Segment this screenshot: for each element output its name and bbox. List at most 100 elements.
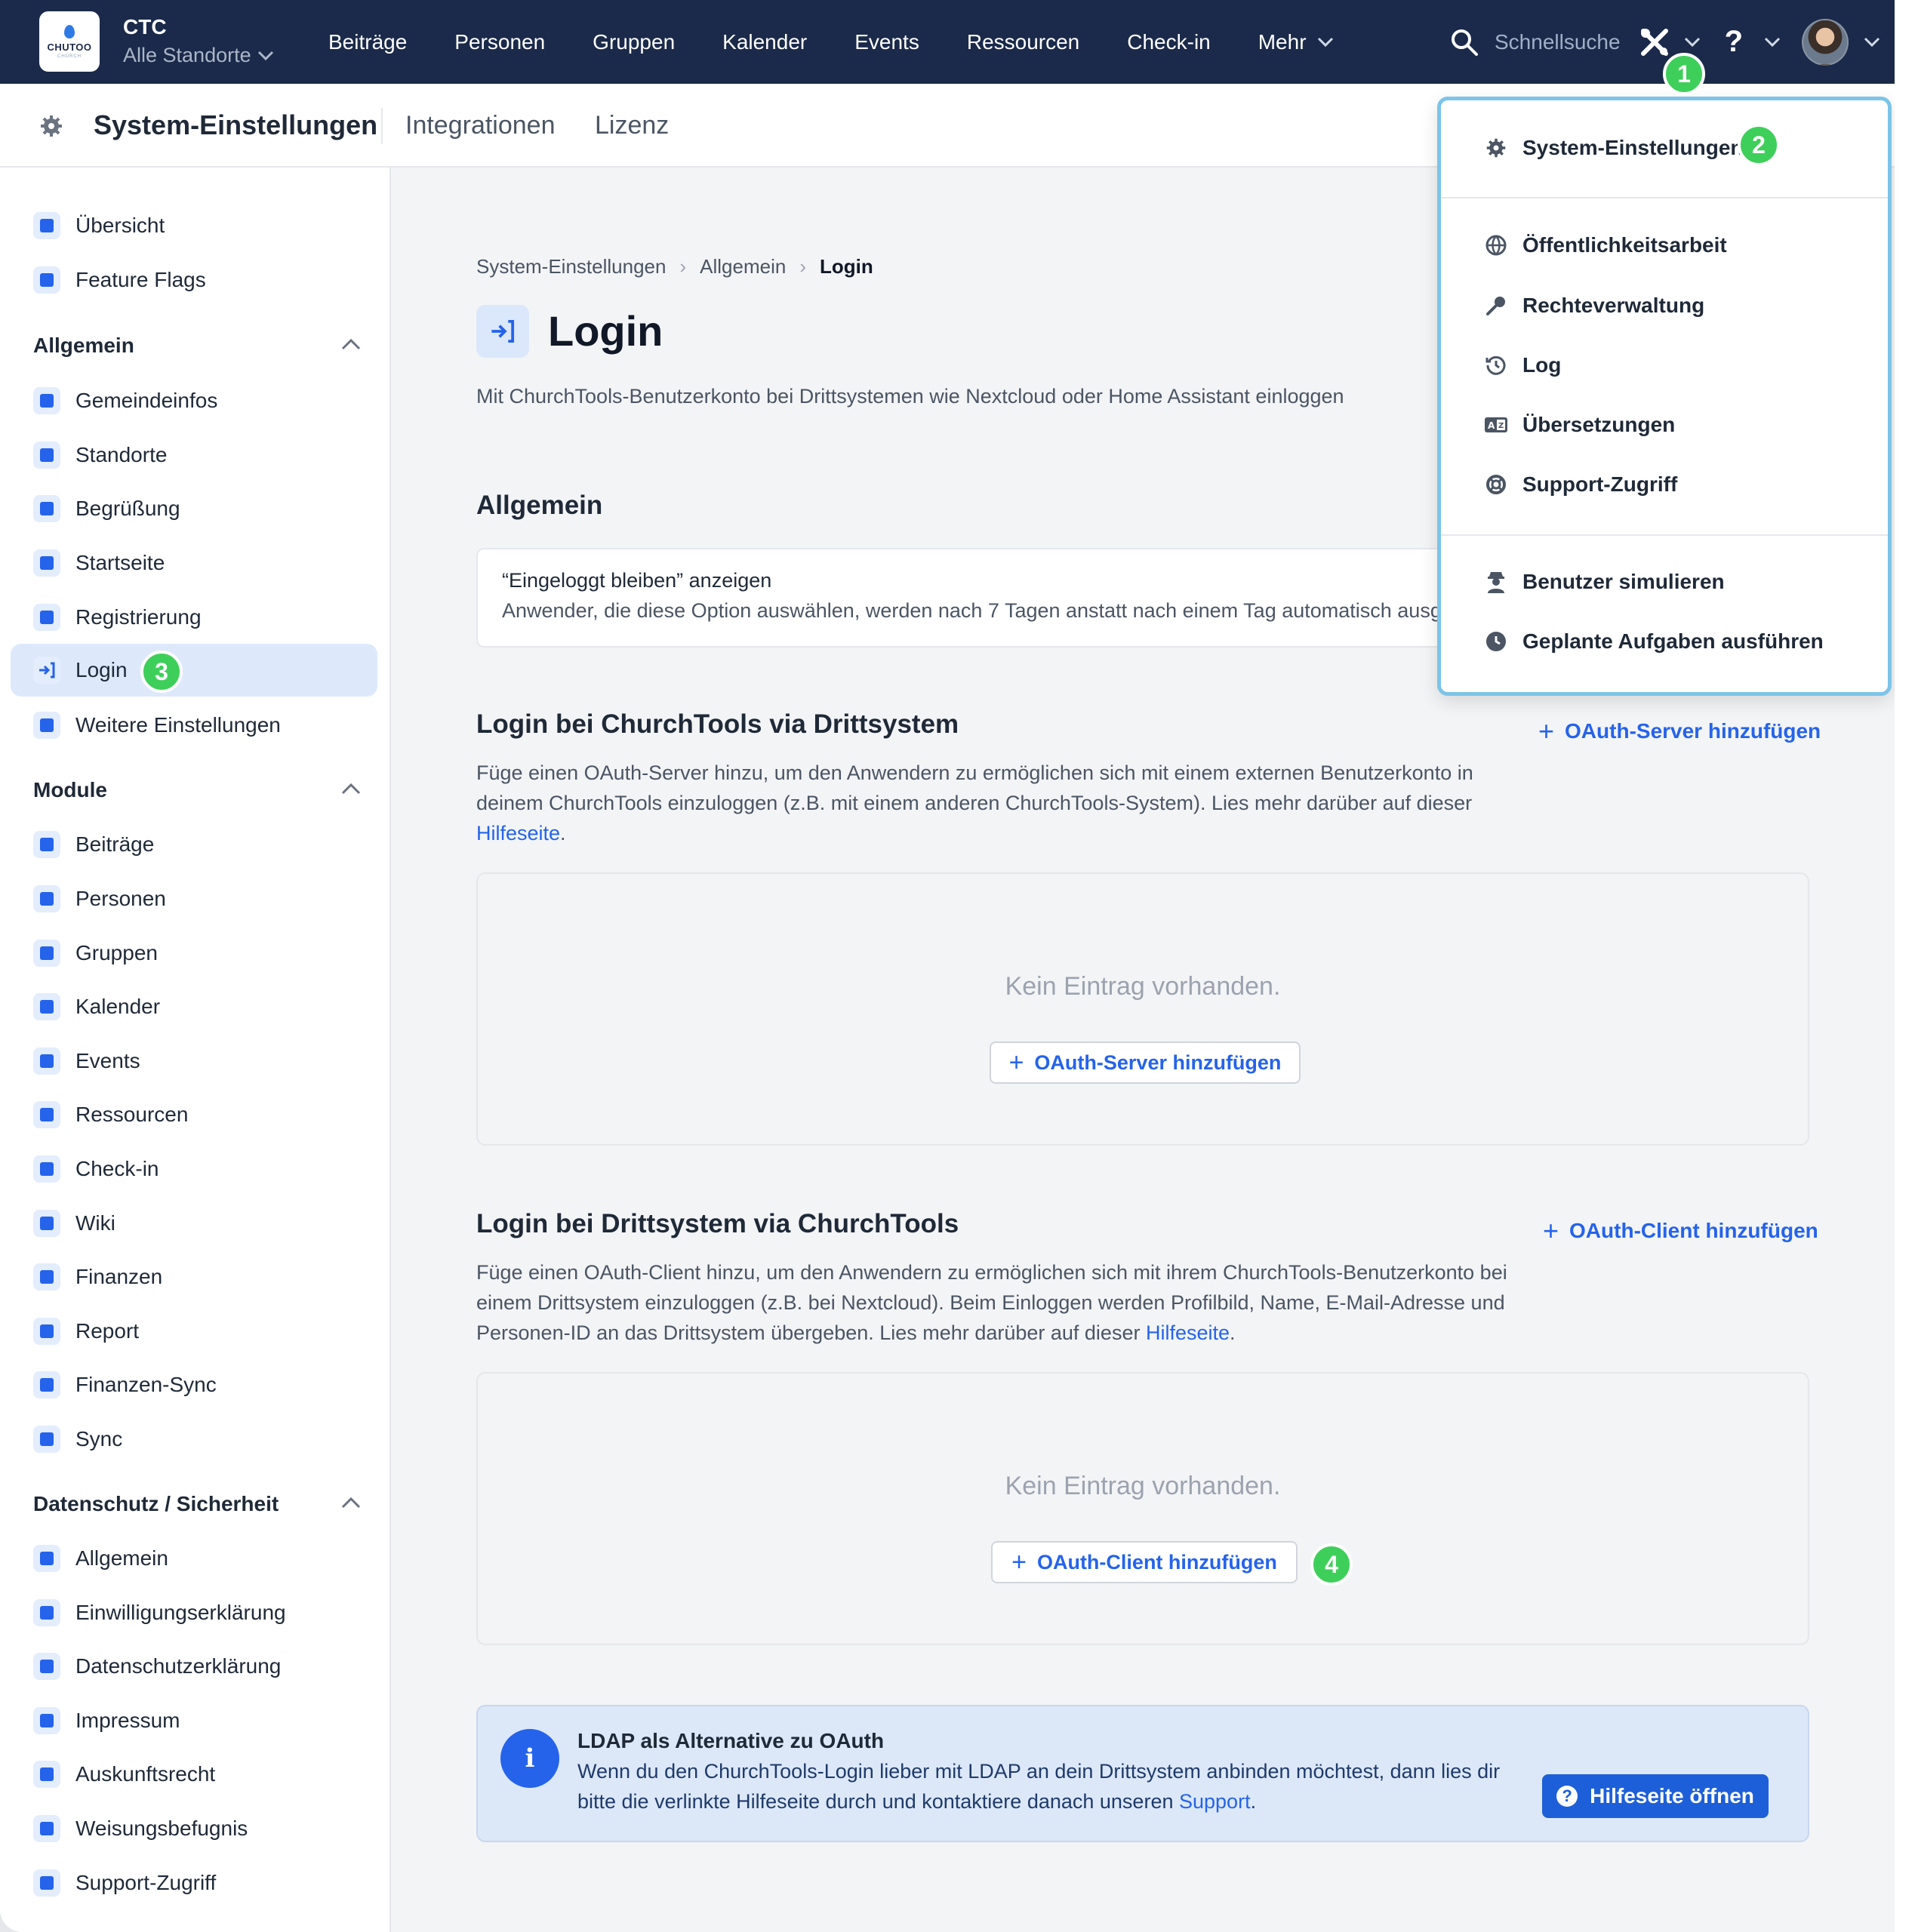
sidebar-item-personen[interactable]: Personen [11, 872, 377, 925]
button-label: Hilfeseite öffnen [1590, 1784, 1754, 1807]
report-icon [33, 1318, 60, 1345]
user-avatar[interactable] [1802, 18, 1849, 66]
sidebar-item-einwilligungserklaerung[interactable]: Einwilligungserklärung [11, 1586, 377, 1639]
nav-events[interactable]: Events [854, 30, 919, 54]
sidebar-item-report[interactable]: Report [11, 1305, 377, 1358]
chevron-up-icon[interactable] [341, 783, 361, 795]
sidebar-item-registrierung[interactable]: Registrierung [11, 591, 377, 644]
chevron-down-icon[interactable] [1864, 37, 1880, 48]
menu-item-geplante-aufgaben[interactable]: Geplante Aufgaben ausführen [1483, 629, 1824, 654]
menu-item-label: Support-Zugriff [1522, 472, 1678, 496]
add-oauth-client-link[interactable]: + OAuth-Client hinzufügen [1543, 1215, 1818, 1247]
sidebar-item-finanzen[interactable]: Finanzen [11, 1251, 377, 1303]
menu-item-system-einstellungen[interactable]: System-Einstellungen [1483, 135, 1744, 161]
chevron-right-icon: › [679, 255, 687, 278]
plus-icon: + [1008, 1048, 1024, 1077]
support-link[interactable]: Support [1179, 1790, 1251, 1813]
sidebar-section-datenschutz[interactable]: Datenschutz / Sicherheit [33, 1492, 279, 1516]
org-name: CTC [123, 15, 167, 38]
sidebar-item-beitraege[interactable]: Beiträge [11, 818, 377, 871]
chevron-up-icon[interactable] [341, 338, 361, 350]
sidebar-item-datenschutzerklaerung[interactable]: Datenschutzerklärung [11, 1640, 377, 1693]
tools-icon[interactable] [1639, 26, 1670, 58]
chevron-down-icon[interactable] [1684, 37, 1701, 48]
breadcrumb-current: Login [819, 255, 873, 278]
sidebar-item-check-in[interactable]: Check-in [11, 1143, 377, 1195]
nav-ressourcen[interactable]: Ressourcen [967, 30, 1079, 54]
sidebar-item-support-zugriff[interactable]: Support-Zugriff [11, 1857, 377, 1909]
menu-item-benutzer-simulieren[interactable]: Benutzer simulieren [1483, 569, 1725, 595]
nav-beitraege[interactable]: Beiträge [328, 30, 407, 54]
chevron-down-icon[interactable] [1764, 37, 1781, 48]
tab-integrationen[interactable]: Integrationen [405, 111, 556, 140]
menu-item-uebersetzungen[interactable]: AZ Übersetzungen [1483, 412, 1675, 438]
chevron-up-icon[interactable] [341, 1497, 361, 1509]
location-selector[interactable]: Alle Standorte [123, 44, 274, 67]
sidebar-item-label: Personen [75, 887, 166, 910]
nav-kalender[interactable]: Kalender [722, 30, 807, 54]
sidebar-item-impressum[interactable]: Impressum [11, 1694, 377, 1747]
sidebar-item-auskunftsrecht[interactable]: Auskunftsrecht [11, 1748, 377, 1801]
sidebar-item-standorte[interactable]: Standorte [11, 429, 377, 481]
sidebar-item-weitere-einstellungen[interactable]: Weitere Einstellungen [11, 699, 377, 752]
sidebar-item-label: Check-in [75, 1157, 159, 1180]
church-logo[interactable]: CHUTOO CHURCH [39, 11, 100, 72]
sidebar-item-login[interactable]: Login [11, 644, 377, 697]
breadcrumb-item[interactable]: System-Einstellungen [476, 255, 666, 278]
menu-item-support-zugriff[interactable]: Support-Zugriff [1483, 472, 1677, 497]
add-oauth-server-button[interactable]: + OAuth-Server hinzufügen [990, 1041, 1301, 1084]
help-page-link[interactable]: Hilfeseite [1146, 1321, 1230, 1344]
sidebar-item-events[interactable]: Events [11, 1035, 377, 1088]
sidebar-item-startseite[interactable]: Startseite [11, 537, 377, 589]
help-page-link[interactable]: Hilfeseite [476, 822, 560, 844]
help-icon[interactable]: ? [1725, 25, 1743, 59]
add-oauth-client-button[interactable]: + OAuth-Client hinzufügen [991, 1541, 1298, 1583]
sidebar-item-kalender[interactable]: Kalender [11, 980, 377, 1033]
nav-gruppen[interactable]: Gruppen [593, 30, 675, 54]
nav-mehr[interactable]: Mehr [1258, 30, 1334, 54]
sidebar-item-begruessung[interactable]: Begrüßung [11, 482, 377, 535]
nav-check-in[interactable]: Check-in [1127, 30, 1210, 54]
sidebar-item-gruppen[interactable]: Gruppen [11, 927, 377, 980]
sidebar-item-sync[interactable]: Sync [11, 1413, 377, 1466]
calendar-icon [33, 993, 60, 1020]
sidebar-item-ressourcen[interactable]: Ressourcen [11, 1088, 377, 1141]
breadcrumb-item[interactable]: Allgemein [700, 255, 786, 278]
sync-icon [33, 1426, 60, 1453]
flag-icon [33, 266, 60, 294]
menu-item-oeffentlichkeitsarbeit[interactable]: Öffentlichkeitsarbeit [1483, 232, 1727, 258]
sidebar-item-uebersicht[interactable]: Übersicht [11, 199, 377, 252]
oauth-server-empty-state: Kein Eintrag vorhanden. + OAuth-Server h… [476, 872, 1809, 1146]
oauth-client-empty-state: Kein Eintrag vorhanden. + OAuth-Client h… [476, 1372, 1809, 1645]
step-badge-3: 3 [140, 651, 183, 693]
tab-lizenz[interactable]: Lizenz [595, 111, 669, 140]
menu-item-rechteverwaltung[interactable]: Rechteverwaltung [1483, 293, 1704, 318]
section-title-oauth-client: Login bei Drittsystem via ChurchTools [476, 1209, 959, 1238]
sidebar-item-weisungsbefugnis[interactable]: Weisungsbefugnis [11, 1802, 377, 1855]
description-text: Füge einen OAuth-Server hinzu, um den An… [476, 761, 1473, 814]
nav-personen[interactable]: Personen [454, 30, 545, 54]
sidebar-item-finanzen-sync[interactable]: Finanzen-Sync [11, 1358, 377, 1411]
open-help-page-button[interactable]: ? Hilfeseite öffnen [1542, 1774, 1769, 1818]
sidebar-section-allgemein[interactable]: Allgemein [33, 334, 134, 358]
sidebar-item-label: Sync [75, 1427, 123, 1451]
quick-search-input[interactable]: Schnellsuche [1495, 30, 1621, 54]
sidebar-item-wiki[interactable]: Wiki [11, 1197, 377, 1250]
sidebar-section-module[interactable]: Module [33, 778, 107, 802]
sidebar-item-gemeindeinfos[interactable]: Gemeindeinfos [11, 374, 377, 427]
church-icon [33, 387, 60, 414]
sidebar-item-feature-flags[interactable]: Feature Flags [11, 254, 377, 306]
welcome-badge-icon [33, 495, 60, 522]
breadcrumb: System-Einstellungen › Allgemein › Login [476, 255, 873, 278]
sidebar-item-datenschutz-allgemein[interactable]: Allgemein [11, 1532, 377, 1585]
translate-icon: AZ [1483, 412, 1509, 438]
search-icon[interactable] [1449, 27, 1479, 57]
sidebar-item-label: Auskunftsrecht [75, 1762, 216, 1786]
description-suffix: . [1230, 1321, 1236, 1344]
book-icon [33, 1210, 60, 1237]
menu-item-log[interactable]: Log [1483, 352, 1561, 378]
sidebar-item-label: Finanzen-Sync [75, 1373, 217, 1396]
settings-title[interactable]: System-Einstellungen [94, 109, 377, 141]
sidebar-item-label: Events [75, 1049, 140, 1072]
add-oauth-server-link[interactable]: + OAuth-Server hinzufügen [1538, 715, 1821, 747]
